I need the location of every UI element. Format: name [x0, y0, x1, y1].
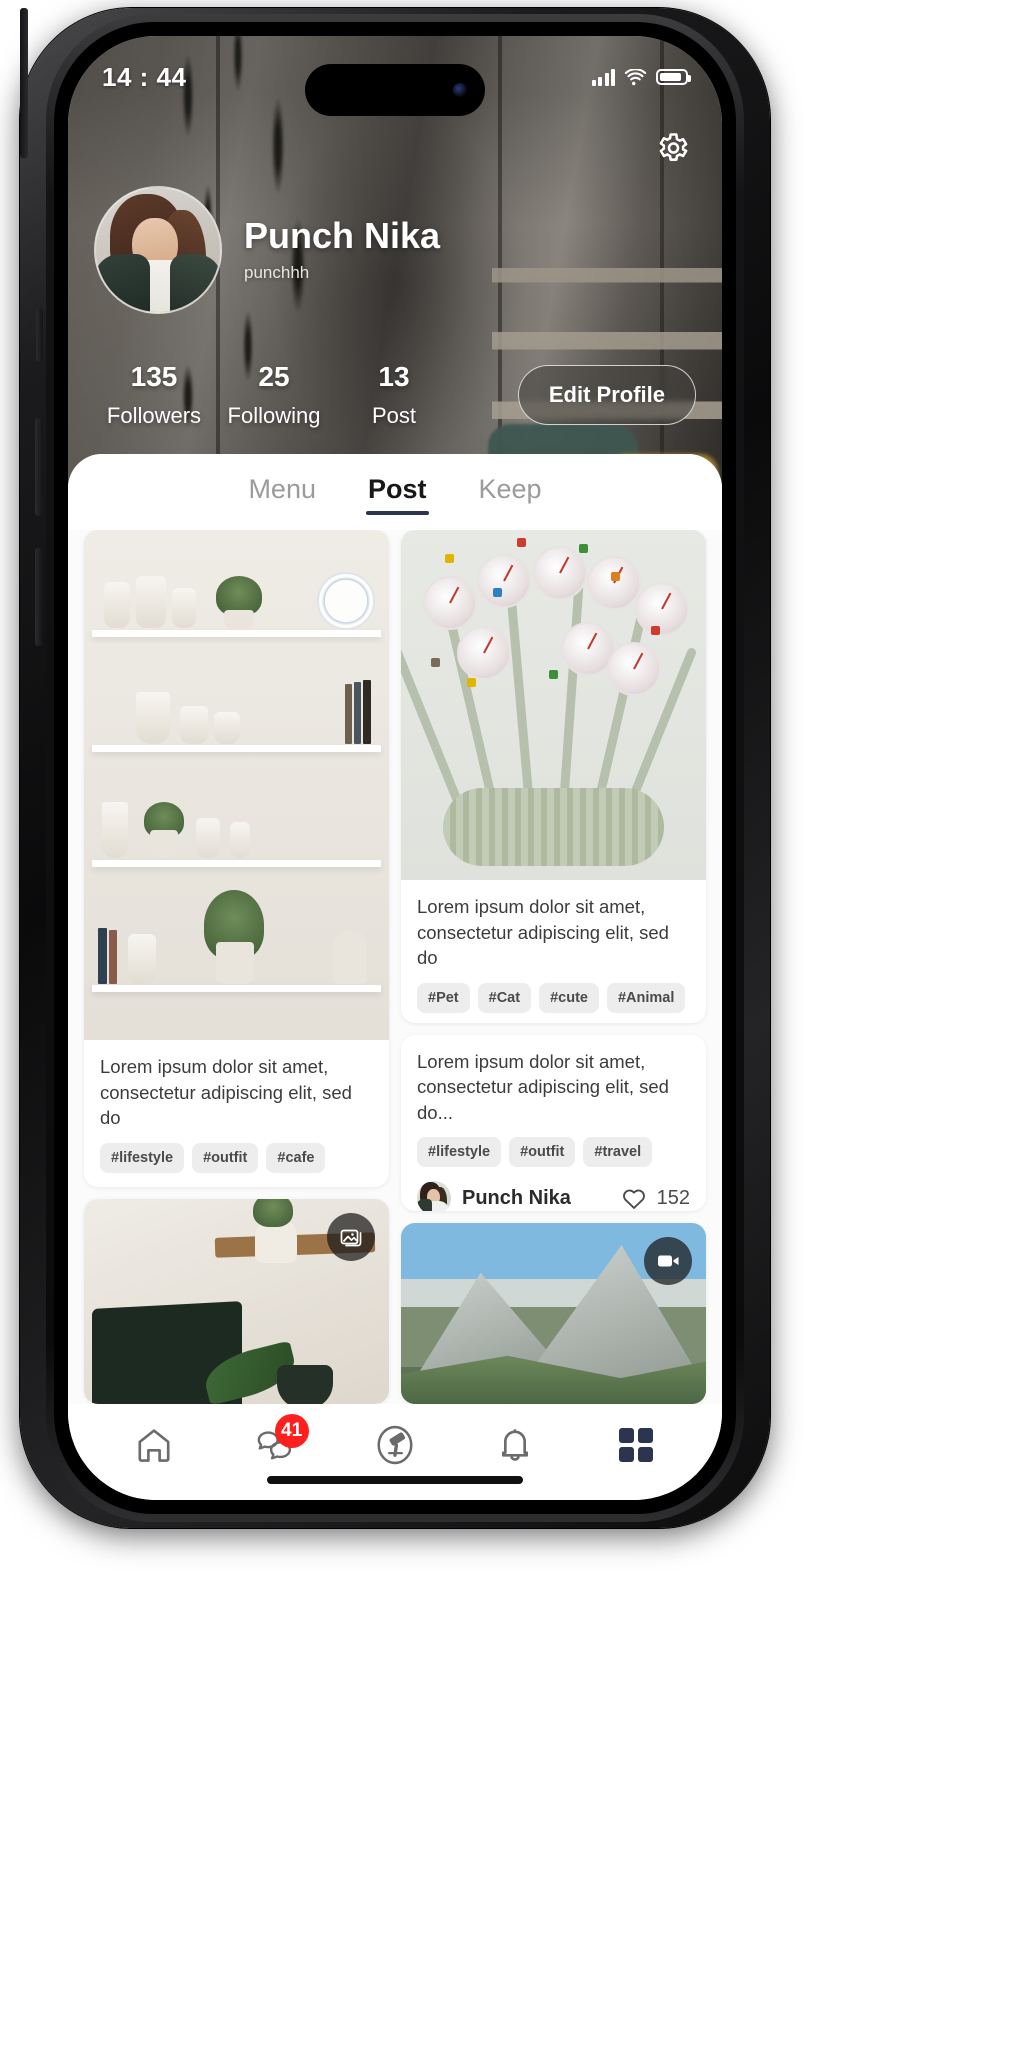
- nav-notifications[interactable]: [483, 1416, 547, 1474]
- post-tags: #lifestyle #outfit #travel: [417, 1137, 690, 1168]
- profile-header: Punch Nika punchhh: [68, 186, 722, 314]
- content-sheet: Menu Post Keep Lorem ipsum dolor sit ame…: [68, 454, 722, 1500]
- nav-grid[interactable]: [604, 1416, 668, 1474]
- stat-label: Following: [227, 403, 321, 428]
- phone-screen: 14 : 44 Punch Nika punchhh 135 Followers…: [68, 36, 722, 1500]
- feed-column-right: Lorem ipsum dolor sit amet, consectetur …: [401, 530, 706, 1404]
- tag[interactable]: #Cat: [477, 982, 532, 1013]
- like-count: 152: [656, 1186, 690, 1209]
- dynamic-island: [305, 64, 485, 116]
- stat-label: Post: [371, 403, 417, 428]
- post-image-mountain[interactable]: [401, 1222, 706, 1404]
- post-card[interactable]: Lorem ipsum dolor sit amet, consectetur …: [401, 1034, 706, 1211]
- silent-switch[interactable]: [36, 308, 43, 362]
- stat-followers[interactable]: 135 Followers: [94, 361, 214, 429]
- post-footer: Punch Nika 152: [417, 1181, 690, 1211]
- bottom-navigation: 41: [68, 1404, 722, 1500]
- post-image-shelf[interactable]: [84, 530, 389, 1040]
- home-indicator[interactable]: [267, 1476, 523, 1484]
- power-button[interactable]: [20, 8, 28, 158]
- post-image-pills[interactable]: [401, 530, 706, 880]
- tag[interactable]: #lifestyle: [417, 1137, 502, 1168]
- tag[interactable]: #outfit: [509, 1137, 576, 1168]
- stat-value: 135: [130, 361, 178, 392]
- media-type-badge: [644, 1236, 692, 1285]
- edit-profile-button[interactable]: Edit Profile: [517, 365, 696, 425]
- nav-home[interactable]: [122, 1416, 186, 1474]
- page-title: Punch Nika: [244, 215, 441, 257]
- tag[interactable]: #Pet: [417, 982, 470, 1013]
- status-icons: [591, 68, 691, 86]
- post-text: Lorem ipsum dolor sit amet, consectetur …: [417, 896, 669, 969]
- nav-chat[interactable]: 41: [243, 1414, 309, 1474]
- tag[interactable]: #lifestyle: [100, 1142, 185, 1173]
- chat-badge: 41: [274, 1414, 309, 1448]
- post-image-desk[interactable]: [84, 1198, 389, 1404]
- battery-icon: [656, 69, 691, 85]
- tag[interactable]: #outfit: [192, 1142, 259, 1173]
- post-card[interactable]: [84, 1198, 389, 1404]
- post-tags: #lifestyle #outfit #cafe: [100, 1142, 373, 1173]
- settings-button[interactable]: [652, 128, 692, 168]
- post-author: Punch Nika: [462, 1186, 571, 1209]
- tag[interactable]: #cafe: [266, 1142, 326, 1173]
- stat-following[interactable]: 25 Following: [214, 361, 334, 429]
- stat-label: Followers: [106, 403, 202, 428]
- post-card[interactable]: [401, 1222, 706, 1404]
- front-camera-icon: [453, 83, 467, 97]
- tab-bar: Menu Post Keep: [68, 454, 722, 530]
- multi-image-icon: [340, 1229, 362, 1247]
- telescope-icon: [377, 1425, 413, 1465]
- status-clock: 14 : 44: [102, 61, 187, 92]
- post-feed[interactable]: Lorem ipsum dolor sit amet, consectetur …: [68, 530, 722, 1404]
- bell-icon: [502, 1429, 529, 1461]
- tab-post[interactable]: Post: [365, 470, 429, 515]
- post-text: Lorem ipsum dolor sit amet, consectetur …: [100, 1056, 352, 1129]
- stat-value: 13: [378, 361, 410, 392]
- screenshot-stage: 14 : 44 Punch Nika punchhh 135 Followers…: [0, 0, 1009, 2045]
- signal-bars-icon: [591, 68, 615, 86]
- post-body: Lorem ipsum dolor sit amet, consectetur …: [401, 880, 706, 1023]
- avatar[interactable]: [94, 186, 222, 314]
- post-text: Lorem ipsum dolor sit amet, consectetur …: [417, 1050, 669, 1123]
- feed-column-left: Lorem ipsum dolor sit amet, consectetur …: [84, 530, 389, 1404]
- tag[interactable]: #Animal: [606, 982, 686, 1013]
- post-body: Lorem ipsum dolor sit amet, consectetur …: [84, 1040, 389, 1187]
- stat-post[interactable]: 13 Post: [334, 361, 454, 429]
- profile-stats: 135 Followers 25 Following 13 Post Edit …: [68, 361, 722, 429]
- tab-keep[interactable]: Keep: [477, 470, 544, 515]
- video-camera-icon: [657, 1255, 678, 1267]
- volume-down-button[interactable]: [35, 548, 43, 646]
- tag[interactable]: #cute: [539, 982, 599, 1013]
- post-body: Lorem ipsum dolor sit amet, consectetur …: [401, 1035, 706, 1211]
- home-icon: [138, 1429, 170, 1462]
- heart-icon: [622, 1190, 645, 1210]
- nav-explore[interactable]: [363, 1416, 427, 1474]
- post-tags: #Pet #Cat #cute #Animal: [417, 982, 690, 1013]
- like-control[interactable]: 152: [621, 1186, 690, 1210]
- gear-icon: [659, 133, 688, 161]
- tab-menu[interactable]: Menu: [246, 470, 318, 515]
- author-avatar[interactable]: [417, 1181, 451, 1211]
- wifi-icon: [624, 68, 647, 85]
- profile-handle: punchhh: [244, 262, 310, 282]
- grid-icon: [618, 1428, 653, 1462]
- volume-up-button[interactable]: [35, 418, 43, 516]
- tag[interactable]: #travel: [583, 1137, 653, 1168]
- stat-value: 25: [258, 361, 290, 392]
- post-card[interactable]: Lorem ipsum dolor sit amet, consectetur …: [84, 530, 389, 1187]
- media-type-badge: [327, 1212, 375, 1261]
- phone-frame: 14 : 44 Punch Nika punchhh 135 Followers…: [20, 8, 770, 1528]
- post-card[interactable]: Lorem ipsum dolor sit amet, consectetur …: [401, 530, 706, 1023]
